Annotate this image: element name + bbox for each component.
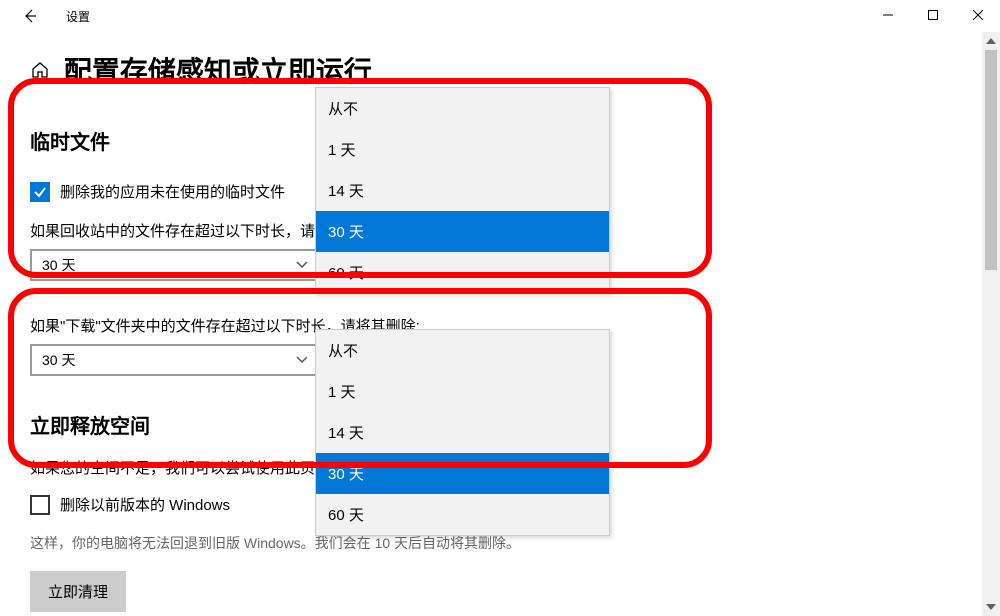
downloads-combo-value: 30 天 (42, 350, 75, 370)
delete-temp-files-label: 删除我的应用未在使用的临时文件 (60, 181, 285, 202)
scrollbar-thumb[interactable] (985, 50, 997, 270)
downloads-duration-combo[interactable]: 30 天 (30, 344, 320, 376)
delete-previous-windows-desc: 这样，你的电脑将无法回退到旧版 Windows。我们会在 10 天后自动将其删除… (30, 533, 980, 553)
dropdown-option-never[interactable]: 从不 (316, 88, 609, 129)
app-title: 设置 (66, 8, 90, 25)
delete-previous-windows-checkbox[interactable] (30, 495, 50, 515)
recycle-combo-value: 30 天 (42, 255, 75, 275)
back-button[interactable] (10, 0, 50, 32)
dropdown-option-30days[interactable]: 30 天 (316, 453, 609, 494)
clean-now-button[interactable]: 立即清理 (30, 571, 126, 612)
recycle-bin-duration-combo[interactable]: 30 天 (30, 249, 320, 281)
chevron-down-icon (296, 356, 308, 364)
scrollbar[interactable] (982, 32, 1000, 616)
page-title: 配置存储感知或立即运行 (64, 56, 372, 87)
downloads-duration-dropdown[interactable]: 从不 1 天 14 天 30 天 60 天 (315, 329, 610, 536)
dropdown-option-14days[interactable]: 14 天 (316, 170, 609, 211)
dropdown-option-1day[interactable]: 1 天 (316, 129, 609, 170)
minimize-button[interactable] (865, 0, 910, 30)
home-icon[interactable] (30, 60, 50, 80)
scrollbar-down-arrow[interactable] (982, 598, 1000, 616)
dropdown-option-60days[interactable]: 60 天 (316, 494, 609, 535)
chevron-down-icon (296, 261, 308, 269)
scrollbar-up-arrow[interactable] (982, 32, 1000, 50)
delete-temp-files-checkbox[interactable] (30, 182, 50, 202)
dropdown-option-1day[interactable]: 1 天 (316, 371, 609, 412)
delete-previous-windows-label: 删除以前版本的 Windows (60, 494, 230, 515)
recycle-bin-duration-dropdown[interactable]: 从不 1 天 14 天 30 天 60 天 (315, 87, 610, 294)
dropdown-option-60days[interactable]: 60 天 (316, 252, 609, 293)
dropdown-option-never[interactable]: 从不 (316, 330, 609, 371)
dropdown-option-14days[interactable]: 14 天 (316, 412, 609, 453)
close-button[interactable] (955, 0, 1000, 30)
maximize-button[interactable] (910, 0, 955, 30)
dropdown-option-30days[interactable]: 30 天 (316, 211, 609, 252)
